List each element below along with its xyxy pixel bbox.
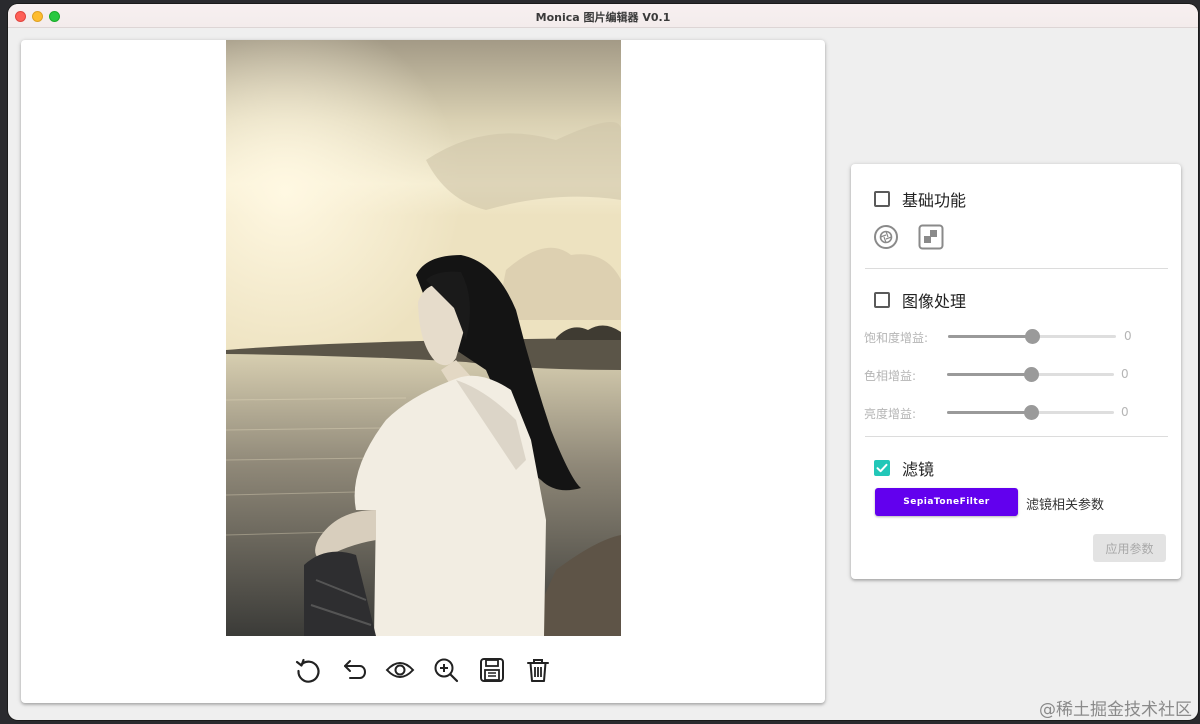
save-icon xyxy=(479,657,504,682)
save-button[interactable] xyxy=(474,652,509,687)
brightness-slider[interactable] xyxy=(947,405,1114,420)
control-panel: 基础功能 图像处理 饱和度增益: 0 色相增益: 0 亮度增益: 0 滤镜 Se… xyxy=(851,164,1181,579)
brightness-value: 0 xyxy=(1121,405,1129,419)
preview-image xyxy=(226,40,621,636)
watermark-text: @稀土掘金技术社区 xyxy=(1039,700,1192,720)
brightness-slider-thumb[interactable] xyxy=(1023,405,1039,420)
image-processing-section-header[interactable]: 图像处理 xyxy=(874,288,966,312)
image-processing-section-label: 图像处理 xyxy=(902,292,967,311)
zoom-in-button[interactable] xyxy=(428,652,463,687)
flip-button[interactable] xyxy=(872,223,900,251)
saturation-slider-row: 饱和度增益: 0 xyxy=(864,327,1164,347)
filter-params-link[interactable]: 滤镜相关参数 xyxy=(1026,494,1104,513)
window-title: Monica 图片编辑器 V0.1 xyxy=(535,11,671,24)
apply-params-button[interactable]: 应用参数 xyxy=(1093,534,1166,562)
saturation-slider-thumb[interactable] xyxy=(1025,329,1040,344)
preview-button[interactable] xyxy=(382,652,417,687)
saturation-value: 0 xyxy=(1124,329,1132,343)
image-toolbar xyxy=(290,652,555,688)
section-divider xyxy=(865,268,1168,269)
filter-section-header[interactable]: 滤镜 xyxy=(874,456,934,480)
aperture-icon xyxy=(874,225,898,249)
basic-checkbox[interactable] xyxy=(874,191,890,207)
eye-icon xyxy=(385,661,414,678)
zoom-in-icon xyxy=(434,658,458,682)
checkmark-icon xyxy=(876,463,888,473)
hue-slider-thumb[interactable] xyxy=(1023,367,1039,382)
saturation-slider[interactable] xyxy=(948,329,1116,344)
undo-icon xyxy=(343,659,366,679)
basic-section-label: 基础功能 xyxy=(902,191,967,210)
delete-button[interactable] xyxy=(520,652,555,687)
basic-section-header[interactable]: 基础功能 xyxy=(874,187,966,211)
crop-icon xyxy=(918,224,944,250)
app-window: Monica 图片编辑器 V0.1 基础功能 图像处理 饱和度增益: 0 色相增… xyxy=(8,4,1198,720)
undo-button[interactable] xyxy=(336,652,371,687)
image-processing-checkbox[interactable] xyxy=(874,292,890,308)
filter-checkbox[interactable] xyxy=(874,460,890,476)
hue-value: 0 xyxy=(1121,367,1129,381)
image-canvas xyxy=(21,40,825,703)
rotate-icon xyxy=(295,658,320,683)
title-bar: Monica 图片编辑器 V0.1 xyxy=(8,4,1198,28)
filter-section-label: 滤镜 xyxy=(902,460,935,479)
section-divider xyxy=(865,436,1168,437)
hue-label: 色相增益: xyxy=(864,369,917,383)
hue-slider[interactable] xyxy=(947,367,1114,382)
brightness-label: 亮度增益: xyxy=(864,407,917,421)
trash-icon xyxy=(526,658,549,682)
hue-slider-row: 色相增益: 0 xyxy=(864,365,1164,385)
rotate-button[interactable] xyxy=(290,652,325,687)
saturation-label: 饱和度增益: xyxy=(864,331,929,345)
filter-select-button[interactable]: SepiaToneFilter xyxy=(875,488,1018,516)
crop-button[interactable] xyxy=(917,223,945,251)
brightness-slider-row: 亮度增益: 0 xyxy=(864,403,1164,423)
